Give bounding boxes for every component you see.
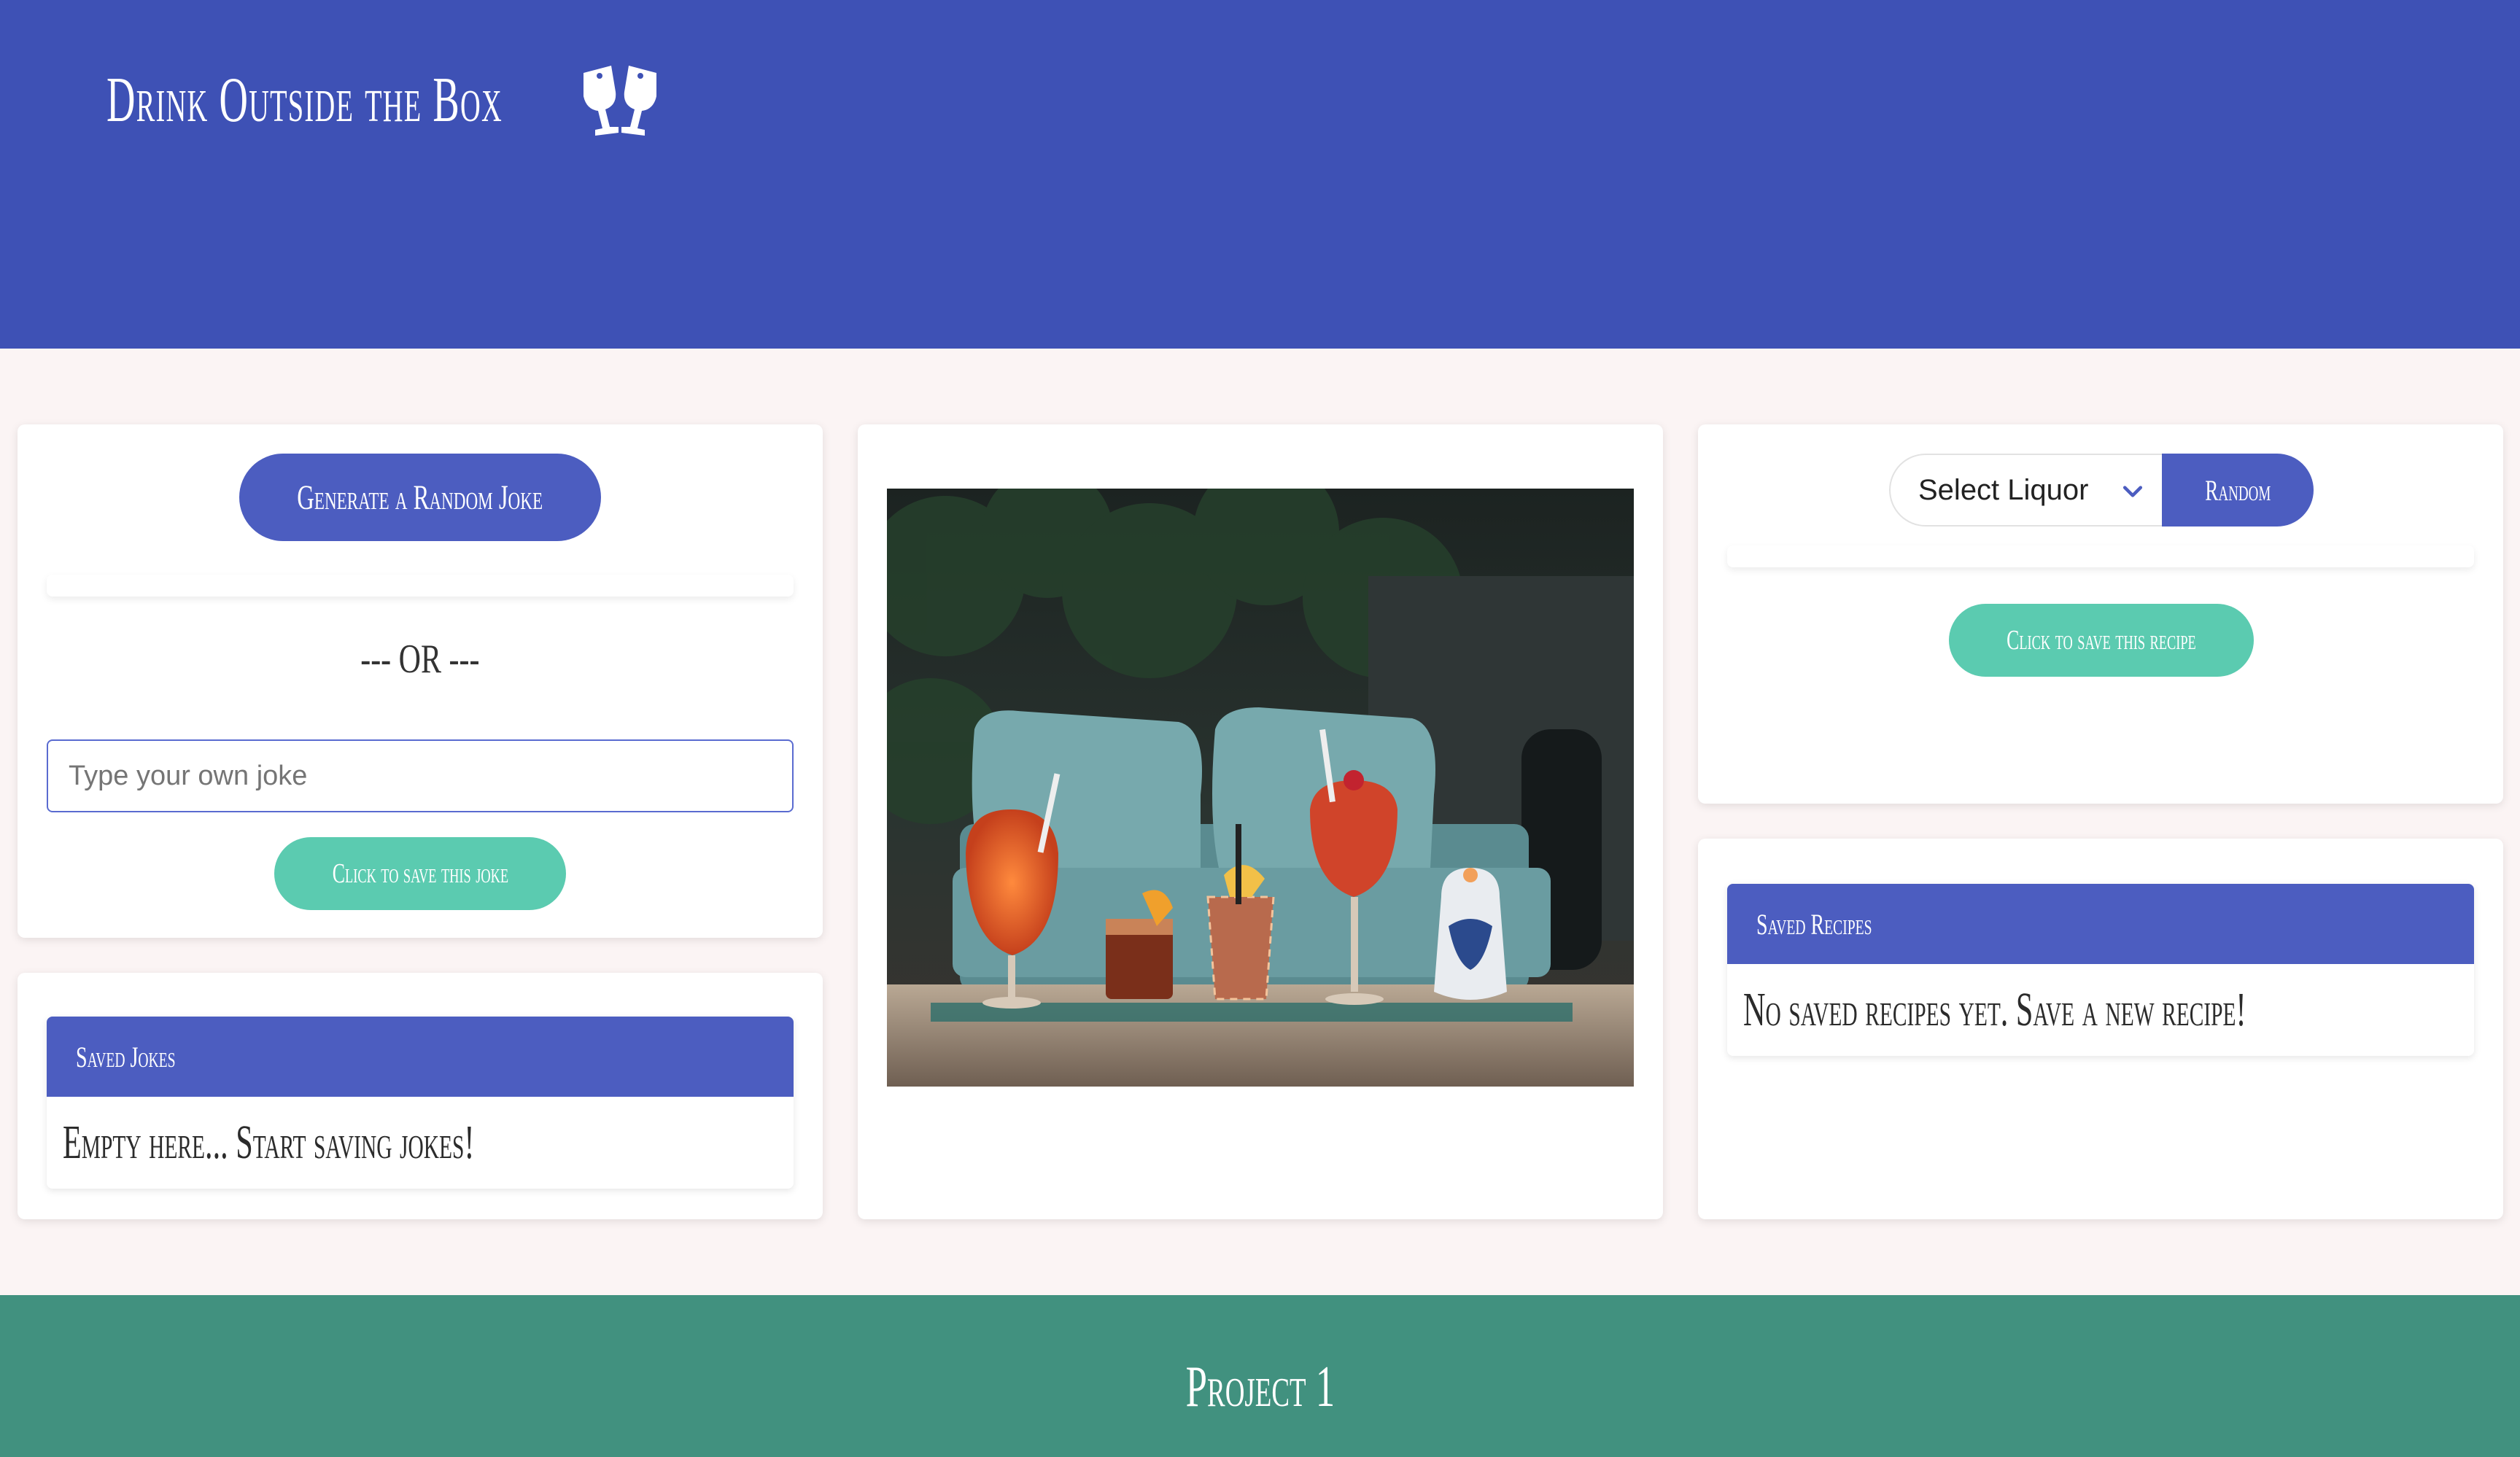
liquor-select-value: Select Liquor (1918, 473, 2089, 506)
photo-card (858, 424, 1663, 1219)
cocktails-photo (887, 489, 1634, 1087)
footer-text: Project 1 (1185, 1354, 1335, 1419)
generate-joke-button[interactable]: Generate a Random Joke (239, 454, 601, 541)
brand[interactable]: Drink Outside the Box (106, 60, 667, 140)
footer: Project 1 (0, 1295, 2520, 1457)
site-title: Drink Outside the Box (106, 64, 503, 136)
saved-jokes-empty: Empty here... Start saving jokes! (63, 1116, 475, 1169)
recipe-picker-card: Select Liquor Random Click to save this … (1698, 424, 2503, 804)
header-bar: Drink Outside the Box (0, 0, 2520, 349)
saved-recipes-empty: No saved recipes yet. Save a new recipe! (1743, 983, 2246, 1036)
chevron-down-icon (2122, 486, 2143, 497)
joke-display (47, 575, 794, 597)
recipe-display (1727, 545, 2474, 567)
joke-input[interactable] (47, 739, 794, 812)
saved-recipes-list: Saved Recipes No saved recipes yet. Save… (1727, 884, 2474, 1056)
random-recipe-button[interactable]: Random (2162, 454, 2314, 527)
saved-recipes-header: Saved Recipes (1727, 884, 2474, 964)
save-recipe-button[interactable]: Click to save this recipe (1949, 604, 2254, 677)
saved-jokes-card: Saved Jokes Empty here... Start saving j… (18, 973, 823, 1219)
saved-jokes-list: Saved Jokes Empty here... Start saving j… (47, 1017, 794, 1189)
save-joke-button[interactable]: Click to save this joke (274, 837, 566, 910)
saved-jokes-header: Saved Jokes (47, 1017, 794, 1097)
liquor-select[interactable]: Select Liquor (1889, 454, 2166, 527)
clinking-glasses-icon (584, 66, 656, 136)
or-divider: --- OR --- (360, 637, 480, 682)
joke-generator-card: Generate a Random Joke --- OR --- Click … (18, 424, 823, 938)
saved-recipes-card: Saved Recipes No saved recipes yet. Save… (1698, 839, 2503, 1219)
